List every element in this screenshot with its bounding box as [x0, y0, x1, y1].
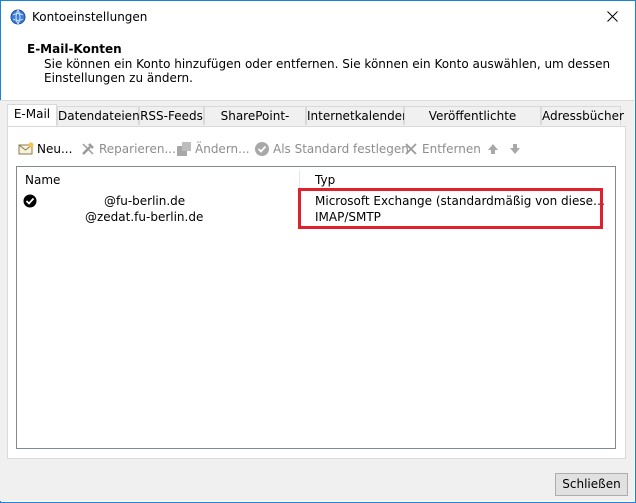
- set-default-button[interactable]: Als Standard festlegen: [254, 138, 409, 160]
- remove-button[interactable]: Entfernen: [403, 138, 481, 160]
- new-account-label: Neu...: [37, 142, 73, 156]
- new-mail-icon: [18, 142, 34, 155]
- window-close-button[interactable]: [589, 1, 635, 32]
- repair-label: Reparieren...: [99, 142, 176, 156]
- account-list[interactable]: Name Typ @fu-berlin.de Microsoft Exchang…: [16, 166, 616, 449]
- title-bar: Kontoeinstellungen: [1, 1, 635, 32]
- remove-label: Entfernen: [422, 142, 481, 156]
- set-default-label: Als Standard festlegen: [273, 142, 409, 156]
- delete-x-icon: [405, 143, 417, 155]
- account-type: IMAP/SMTP: [315, 210, 381, 224]
- tab-published-calendars[interactable]: Veröffentlichte Kalender: [404, 106, 541, 142]
- tab-address-books[interactable]: Adressbücher: [541, 106, 624, 125]
- account-name: @fu-berlin.de: [104, 194, 186, 208]
- edit-icon: [177, 142, 191, 156]
- tools-icon: [82, 143, 94, 155]
- column-divider[interactable]: [299, 170, 300, 190]
- close-button[interactable]: Schließen: [555, 473, 628, 496]
- close-icon: [606, 11, 618, 22]
- default-account-check-icon: [23, 194, 37, 208]
- arrow-up-icon: [488, 144, 498, 154]
- tab-sharepoint-lists[interactable]: SharePoint-Listen: [204, 106, 306, 142]
- change-label: Ändern...: [195, 142, 250, 156]
- account-type: Microsoft Exchange (standardmäßig von di…: [315, 194, 607, 208]
- tab-internet-calendars[interactable]: Internetkalender: [306, 106, 407, 125]
- column-header-type[interactable]: Typ: [315, 170, 335, 190]
- checkmark-circle-icon: [255, 142, 269, 156]
- new-account-button[interactable]: Neu...: [18, 138, 72, 160]
- change-button[interactable]: Ändern...: [176, 138, 250, 160]
- move-down-button[interactable]: [507, 138, 523, 160]
- header-title: E-Mail-Konten: [27, 42, 122, 56]
- move-up-button[interactable]: [485, 138, 501, 160]
- header-description: Sie können ein Konto hinzufügen oder ent…: [44, 57, 611, 85]
- account-row[interactable]: @zedat.fu-berlin.de IMAP/SMTP: [17, 209, 615, 225]
- outlook-globe-icon: [10, 9, 26, 25]
- tab-data-files[interactable]: Datendateien: [57, 106, 140, 125]
- account-name: @zedat.fu-berlin.de: [85, 210, 204, 224]
- window-title: Kontoeinstellungen: [32, 10, 148, 24]
- tab-rss-feeds[interactable]: RSS-Feeds: [139, 106, 204, 125]
- arrow-down-icon: [510, 144, 520, 154]
- repair-button[interactable]: Reparieren...: [80, 138, 176, 160]
- tab-email[interactable]: E-Mail: [7, 104, 57, 126]
- account-row[interactable]: @fu-berlin.de Microsoft Exchange (standa…: [17, 193, 615, 209]
- column-header-name[interactable]: Name: [25, 170, 60, 190]
- header-area: E-Mail-Konten Sie können ein Konto hinzu…: [1, 32, 635, 101]
